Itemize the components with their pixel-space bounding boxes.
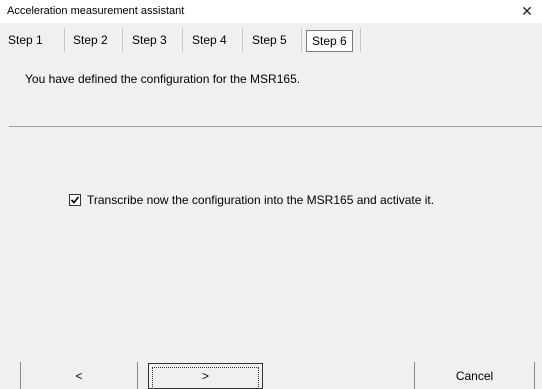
- cancel-button-label: Cancel: [455, 368, 494, 383]
- window-title: Acceleration measurement assistant: [7, 5, 185, 17]
- tab-step-1[interactable]: Step 1: [8, 27, 43, 53]
- step-tabs: Step 1 Step 2 Step 3 Step 4 Step 5 Step …: [0, 27, 542, 55]
- close-icon[interactable]: ✕: [512, 0, 542, 23]
- button-edge: [534, 362, 535, 389]
- focus-rectangle: [152, 367, 259, 389]
- section-divider: [9, 126, 542, 127]
- tab-divider: [301, 28, 302, 52]
- transcribe-label: Transcribe now the configuration into th…: [87, 193, 435, 207]
- tab-divider: [242, 28, 243, 52]
- tab-divider: [360, 28, 361, 52]
- button-edge: [20, 362, 21, 389]
- checkmark-icon: [70, 196, 80, 204]
- transcribe-option[interactable]: Transcribe now the configuration into th…: [69, 193, 434, 207]
- tab-divider: [64, 28, 65, 52]
- back-button-label: <: [75, 368, 83, 383]
- title-bar: Acceleration measurement assistant ✕: [0, 0, 542, 23]
- tab-step-5[interactable]: Step 5: [252, 27, 287, 53]
- tab-step-4[interactable]: Step 4: [192, 27, 227, 53]
- tab-divider: [122, 28, 123, 52]
- tab-step-2[interactable]: Step 2: [73, 27, 108, 53]
- tab-step-3[interactable]: Step 3: [132, 27, 167, 53]
- back-button[interactable]: <: [22, 362, 136, 389]
- tab-step-6-label: Step 6: [306, 30, 353, 52]
- button-edge: [137, 362, 138, 389]
- transcribe-checkbox[interactable]: [69, 194, 81, 206]
- tab-step-6[interactable]: Step 6: [306, 27, 353, 53]
- info-message: You have defined the configuration for t…: [25, 72, 301, 86]
- tab-divider: [182, 28, 183, 52]
- button-edge: [414, 362, 415, 389]
- cancel-button[interactable]: Cancel: [416, 362, 533, 389]
